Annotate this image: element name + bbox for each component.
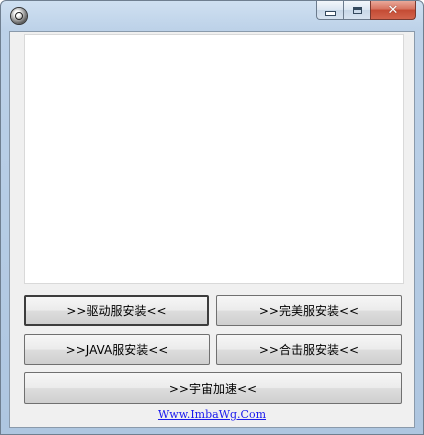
universe-speed-button[interactable]: >>宇宙加速<< — [24, 372, 402, 404]
perfect-install-button[interactable]: >>完美服安装<< — [216, 295, 402, 326]
close-button[interactable]: ✕ — [370, 1, 416, 20]
website-link[interactable]: Www.ImbaWg.Com — [10, 408, 414, 421]
title-bar[interactable]: ✕ — [1, 1, 423, 31]
client-area: >>驱动服安装<< >>完美服安装<< >>JAVA服安装<< >>合击服安装<… — [9, 31, 415, 428]
minimize-button[interactable] — [316, 1, 343, 20]
window-controls: ✕ — [316, 1, 416, 21]
close-icon: ✕ — [387, 2, 399, 18]
minimize-icon — [324, 10, 336, 16]
driver-install-button[interactable]: >>驱动服安装<< — [24, 295, 209, 326]
ge-logo-icon[interactable] — [11, 8, 27, 24]
java-install-button[interactable]: >>JAVA服安装<< — [24, 334, 210, 365]
output-text-area[interactable] — [24, 34, 404, 284]
maximize-button[interactable] — [343, 1, 370, 20]
maximize-icon — [352, 6, 362, 14]
app-window: ✕ >>驱动服安装<< >>完美服安装<< >>JAVA服安装<< >>合击服安… — [0, 0, 424, 435]
hitbox-install-button[interactable]: >>合击服安装<< — [216, 334, 402, 365]
